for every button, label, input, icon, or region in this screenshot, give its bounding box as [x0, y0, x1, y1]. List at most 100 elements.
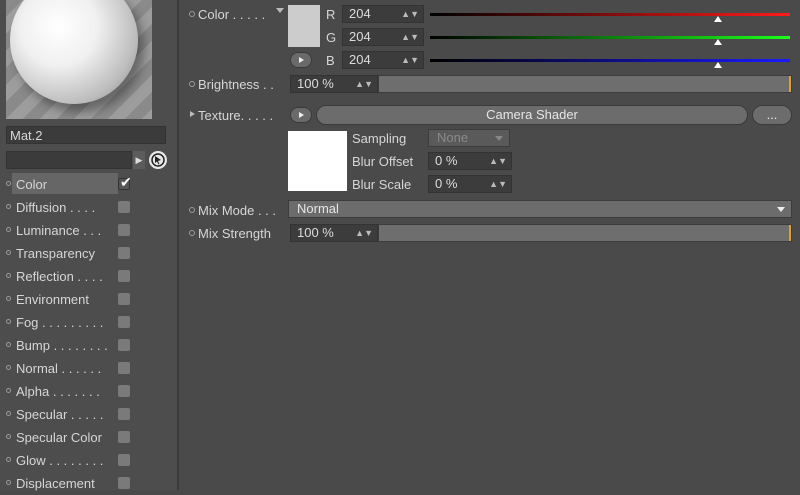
brightness-slider[interactable] [378, 75, 792, 93]
r-value-field[interactable]: 204 ▲▼ [342, 5, 424, 23]
stepper-icon[interactable]: ▲▼ [489, 153, 507, 169]
blur-scale-label: Blur Scale [352, 177, 412, 192]
b-slider[interactable] [430, 59, 790, 62]
channel-dot-icon [6, 227, 11, 232]
expand-arrow-icon[interactable] [190, 111, 195, 117]
channel-dot-icon [6, 480, 11, 485]
color-picker-button[interactable] [290, 52, 312, 68]
channel-item-luminance[interactable]: Luminance . . . [4, 219, 174, 242]
b-value-field[interactable]: 204 ▲▼ [342, 51, 424, 69]
material-name-field[interactable]: Mat.2 [6, 126, 166, 144]
channel-label: Luminance . . . [16, 223, 102, 238]
pick-cursor-icon[interactable] [149, 151, 167, 169]
texture-more-button[interactable]: ... [752, 105, 792, 125]
channel-checkbox[interactable] [118, 454, 130, 466]
channel-label: Normal . . . . . . [16, 361, 102, 376]
mix-strength-slider[interactable] [378, 224, 792, 242]
g-value-field[interactable]: 204 ▲▼ [342, 28, 424, 46]
material-preview[interactable] [6, 0, 152, 119]
channel-checkbox[interactable] [118, 362, 130, 374]
channel-checkbox[interactable] [118, 316, 130, 328]
g-label: G [326, 30, 337, 45]
channel-item-glow[interactable]: Glow . . . . . . . . [4, 449, 174, 472]
panel-divider[interactable] [177, 0, 179, 490]
stepper-icon[interactable]: ▲▼ [401, 52, 419, 68]
r-slider[interactable] [430, 13, 790, 16]
texture-menu-button[interactable] [290, 107, 312, 123]
blur-offset-label: Blur Offset [352, 154, 414, 169]
channel-label: Reflection . . . . [16, 269, 103, 284]
stepper-icon[interactable]: ▲▼ [355, 225, 373, 241]
channel-item-fog[interactable]: Fog . . . . . . . . . [4, 311, 174, 334]
sampling-dropdown[interactable]: None [428, 129, 510, 147]
sampling-label: Sampling [352, 131, 407, 146]
g-slider-knob[interactable] [714, 39, 722, 45]
texture-preview[interactable] [288, 131, 347, 191]
channel-item-environment[interactable]: Environment [4, 288, 174, 311]
expand-triangle-icon[interactable] [276, 8, 284, 13]
mix-mode-dropdown[interactable]: Normal [288, 200, 792, 218]
channel-item-specular[interactable]: Specular . . . . . [4, 403, 174, 426]
animation-dot-icon[interactable] [189, 207, 195, 213]
channel-checkbox[interactable] [118, 477, 130, 489]
channel-checkbox[interactable] [118, 293, 130, 305]
chevron-right-icon[interactable]: ▶ [133, 151, 145, 169]
channel-dot-icon [6, 434, 11, 439]
channel-label: Transparency [16, 246, 95, 261]
chevron-down-icon [777, 207, 785, 212]
camera-shader-button[interactable]: Camera Shader [316, 105, 748, 125]
channel-dot-icon [6, 388, 11, 393]
channel-label: Environment [16, 292, 89, 307]
channel-label: Glow . . . . . . . . [16, 453, 104, 468]
animation-dot-icon[interactable] [189, 230, 195, 236]
mix-strength-label: Mix Strength [198, 226, 271, 241]
r-slider-knob[interactable] [714, 16, 722, 22]
channel-dot-icon [6, 411, 11, 416]
channel-item-bump[interactable]: Bump . . . . . . . . [4, 334, 174, 357]
channel-item-alpha[interactable]: Alpha . . . . . . . [4, 380, 174, 403]
g-slider[interactable] [430, 36, 790, 39]
stepper-icon[interactable]: ▲▼ [489, 176, 507, 192]
channel-checkbox[interactable] [118, 171, 132, 194]
channel-item-displacement[interactable]: Displacement [4, 472, 174, 495]
channel-item-transparency[interactable]: Transparency [4, 242, 174, 265]
channel-item-specular-color[interactable]: Specular Color [4, 426, 174, 449]
channel-label: Diffusion . . . . [16, 200, 96, 215]
blur-scale-field[interactable]: 0 % ▲▼ [428, 175, 512, 193]
brightness-label: Brightness . . [198, 77, 274, 92]
channel-checkbox[interactable] [118, 385, 130, 397]
chevron-down-icon [495, 136, 503, 141]
preview-sphere [10, 0, 138, 104]
channel-dot-icon [6, 342, 11, 347]
brightness-field[interactable]: 100 % ▲▼ [290, 75, 378, 93]
channel-item-normal[interactable]: Normal . . . . . . [4, 357, 174, 380]
channel-checkbox[interactable] [118, 408, 130, 420]
channel-label: Bump . . . . . . . . [16, 338, 108, 353]
channel-checkbox[interactable] [118, 339, 130, 351]
channel-item-diffusion[interactable]: Diffusion . . . . [4, 196, 174, 219]
channel-label: Displacement [16, 476, 95, 491]
mix-strength-field[interactable]: 100 % ▲▼ [290, 224, 378, 242]
r-label: R [326, 7, 336, 22]
color-label: Color . . . . . [198, 7, 266, 22]
channel-label: Alpha . . . . . . . [16, 384, 100, 399]
material-search-field[interactable] [6, 151, 132, 169]
channel-checkbox[interactable] [118, 270, 130, 282]
stepper-icon[interactable]: ▲▼ [355, 76, 373, 92]
channel-checkbox[interactable] [118, 201, 130, 213]
channel-checkbox[interactable] [118, 247, 130, 259]
animation-dot-icon[interactable] [189, 81, 195, 87]
texture-label: Texture. . . . . [198, 108, 274, 123]
stepper-icon[interactable]: ▲▼ [401, 29, 419, 45]
stepper-icon[interactable]: ▲▼ [401, 6, 419, 22]
channel-checkbox[interactable] [118, 431, 130, 443]
color-swatch[interactable] [288, 5, 320, 47]
b-slider-knob[interactable] [714, 62, 722, 68]
channel-label: Fog . . . . . . . . . [16, 315, 104, 330]
channel-dot-icon [6, 204, 11, 209]
channel-checkbox[interactable] [118, 224, 130, 236]
channel-item-reflection[interactable]: Reflection . . . . [4, 265, 174, 288]
animation-dot-icon[interactable] [189, 11, 195, 17]
channel-item-color[interactable]: Color [4, 171, 174, 196]
blur-offset-field[interactable]: 0 % ▲▼ [428, 152, 512, 170]
